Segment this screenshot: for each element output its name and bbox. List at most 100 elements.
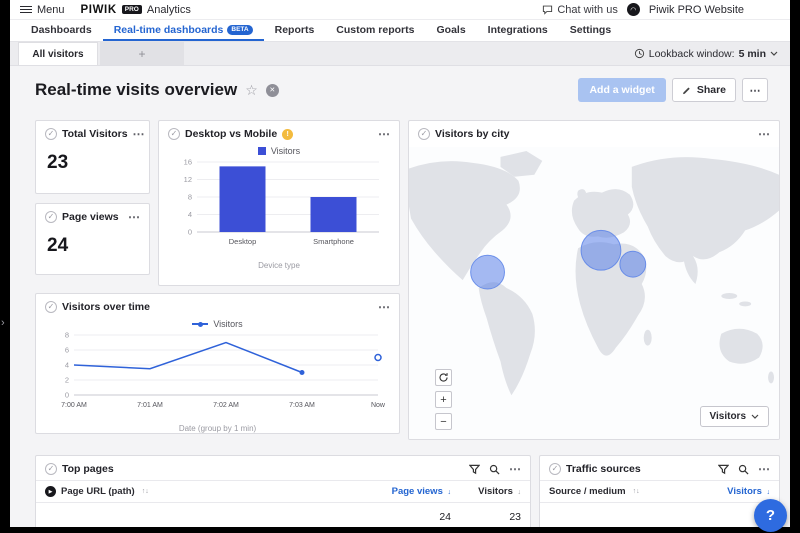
dashboard-more-button[interactable]: ⋯ [742,78,768,102]
check-circle-icon: ✓ [45,301,57,313]
filter-button[interactable] [469,464,480,475]
legend-line-marker [192,323,208,325]
column-page-url[interactable]: Page URL (path) [61,486,135,497]
menu-icon[interactable] [20,6,32,14]
check-circle-icon: ✓ [418,128,430,140]
piwik-logo-icon[interactable]: ◠ [627,3,640,16]
widget-visitors-by-city: ✓ Visitors by city ⋯ [408,120,780,440]
tab-settings[interactable]: Settings [559,20,622,41]
search-icon [489,464,500,475]
widget-more-button[interactable]: ⋯ [509,465,521,473]
tab-reports[interactable]: Reports [264,20,326,41]
map-zoom-out-button[interactable]: − [435,413,452,430]
widget-more-button[interactable]: ⋯ [378,130,390,138]
funnel-icon [718,464,729,475]
reset-view-icon [438,372,449,383]
column-source-medium[interactable]: Source / medium [549,486,626,497]
page-title: Real-time visits overview [35,80,237,100]
sort-desc-icon[interactable]: ↓ [518,489,522,496]
svg-text:7:03 AM: 7:03 AM [289,402,315,409]
add-widget-button[interactable]: Add a widget [578,78,665,102]
widget-title: Visitors by city [435,128,510,140]
tab-integrations[interactable]: Integrations [477,20,559,41]
table-row[interactable]: 23 [540,503,779,527]
add-segment-tab[interactable]: + [100,42,184,65]
tab-goals[interactable]: Goals [425,20,476,41]
chat-icon [542,4,553,15]
dimension-icon[interactable]: ▶ [45,486,56,497]
sidebar-expand-icon[interactable]: › [1,318,5,329]
app-window: Menu PIWIK PRO Analytics Chat with us ◠ … [10,0,790,527]
check-circle-icon: ✓ [168,128,180,140]
widget-desktop-vs-mobile: ✓ Desktop vs Mobile ! ⋯ Visitors 0481216… [158,120,400,286]
widget-more-button[interactable]: ⋯ [758,465,770,473]
check-circle-icon: ✓ [45,211,57,223]
widget-more-button[interactable]: ⋯ [133,130,145,138]
widget-more-button[interactable]: ⋯ [758,130,770,138]
widget-title: Top pages [62,463,114,475]
svg-text:8: 8 [64,331,68,340]
beta-badge: BETA [227,25,252,35]
svg-text:Now: Now [370,402,385,409]
widget-page-views: ✓ Page views ⋯ 24 [35,203,150,275]
menu-label[interactable]: Menu [37,4,65,16]
warning-badge[interactable]: ! [282,129,293,140]
column-visitors[interactable]: Visitors [727,486,762,497]
svg-text:4: 4 [188,210,192,219]
widget-traffic-sources: ✓ Traffic sources ⋯ Source / medium ↑↓ V… [539,455,780,527]
column-visitors[interactable]: Visitors [478,486,513,497]
bar-chart: 0481216DesktopSmartphone [167,156,391,261]
svg-text:8: 8 [188,193,192,202]
close-info-icon[interactable]: ✕ [266,84,279,97]
main-nav: Dashboards Real-time dashboards BETA Rep… [10,20,790,42]
tab-custom-reports[interactable]: Custom reports [325,20,425,41]
svg-text:16: 16 [184,158,192,167]
widget-more-button[interactable]: ⋯ [378,303,390,311]
widget-top-pages: ✓ Top pages ⋯ ▶ Page URL (path) ↑↓ Page … [35,455,531,527]
segment-bar: All visitors + Lookback window: 5 min [10,42,790,66]
widget-title: Page views [62,211,119,223]
topbar: Menu PIWIK PRO Analytics Chat with us ◠ … [10,0,790,20]
segment-tab-all-visitors[interactable]: All visitors [18,42,98,65]
head-actions: Add a widget Share ⋯ [578,78,768,102]
share-button[interactable]: Share [672,78,736,102]
sort-desc-icon[interactable]: ↓ [767,489,771,496]
piwik-website-link[interactable]: Piwik PRO Website [649,4,744,16]
table-row[interactable]: 24 23 [36,503,530,527]
lookback-window-selector[interactable]: Lookback window: 5 min [634,42,790,65]
line-chart-legend: Visitors [36,319,399,329]
world-map[interactable] [409,147,779,439]
chat-with-us-button[interactable]: Chat with us [542,4,618,16]
total-visitors-value: 23 [36,145,149,181]
line-chart: 024687:00 AM7:01 AM7:02 AM7:03 AMNow [48,329,388,424]
widget-visitors-over-time: ✓ Visitors over time ⋯ Visitors 024687:0… [35,293,400,434]
favorite-star-icon[interactable]: ☆ [245,83,258,97]
widget-more-button[interactable]: ⋯ [128,213,140,221]
topbar-right: Chat with us ◠ Piwik PRO Website [542,3,780,16]
svg-text:2: 2 [64,376,68,385]
help-button[interactable]: ? [754,499,787,532]
check-circle-icon: ✓ [45,463,57,475]
tab-dashboards[interactable]: Dashboards [20,20,103,41]
search-button[interactable] [738,464,749,475]
search-button[interactable] [489,464,500,475]
bar-chart-xlabel: Device type [159,261,399,270]
lookback-value: 5 min [739,48,766,60]
filter-button[interactable] [718,464,729,475]
svg-text:0: 0 [188,228,192,237]
svg-text:Smartphone: Smartphone [313,237,354,246]
sort-icon[interactable]: ↑↓ [633,488,640,495]
map-reset-button[interactable] [435,369,452,386]
funnel-icon [469,464,480,475]
product-label: Analytics [147,4,191,16]
chevron-down-icon [770,51,778,56]
map-metric-selector[interactable]: Visitors [700,406,770,427]
check-circle-icon: ✓ [549,463,561,475]
tab-realtime-dashboards[interactable]: Real-time dashboards BETA [103,20,264,41]
page-views-cell: 24 [359,511,451,523]
column-page-views[interactable]: Page views [392,486,443,497]
map-zoom-in-button[interactable]: + [435,391,452,408]
sort-icon[interactable]: ↑↓ [142,488,149,495]
page-head: Real-time visits overview ☆ ✕ [35,80,279,100]
dashboard-content: Real-time visits overview ☆ ✕ Add a widg… [10,66,790,527]
